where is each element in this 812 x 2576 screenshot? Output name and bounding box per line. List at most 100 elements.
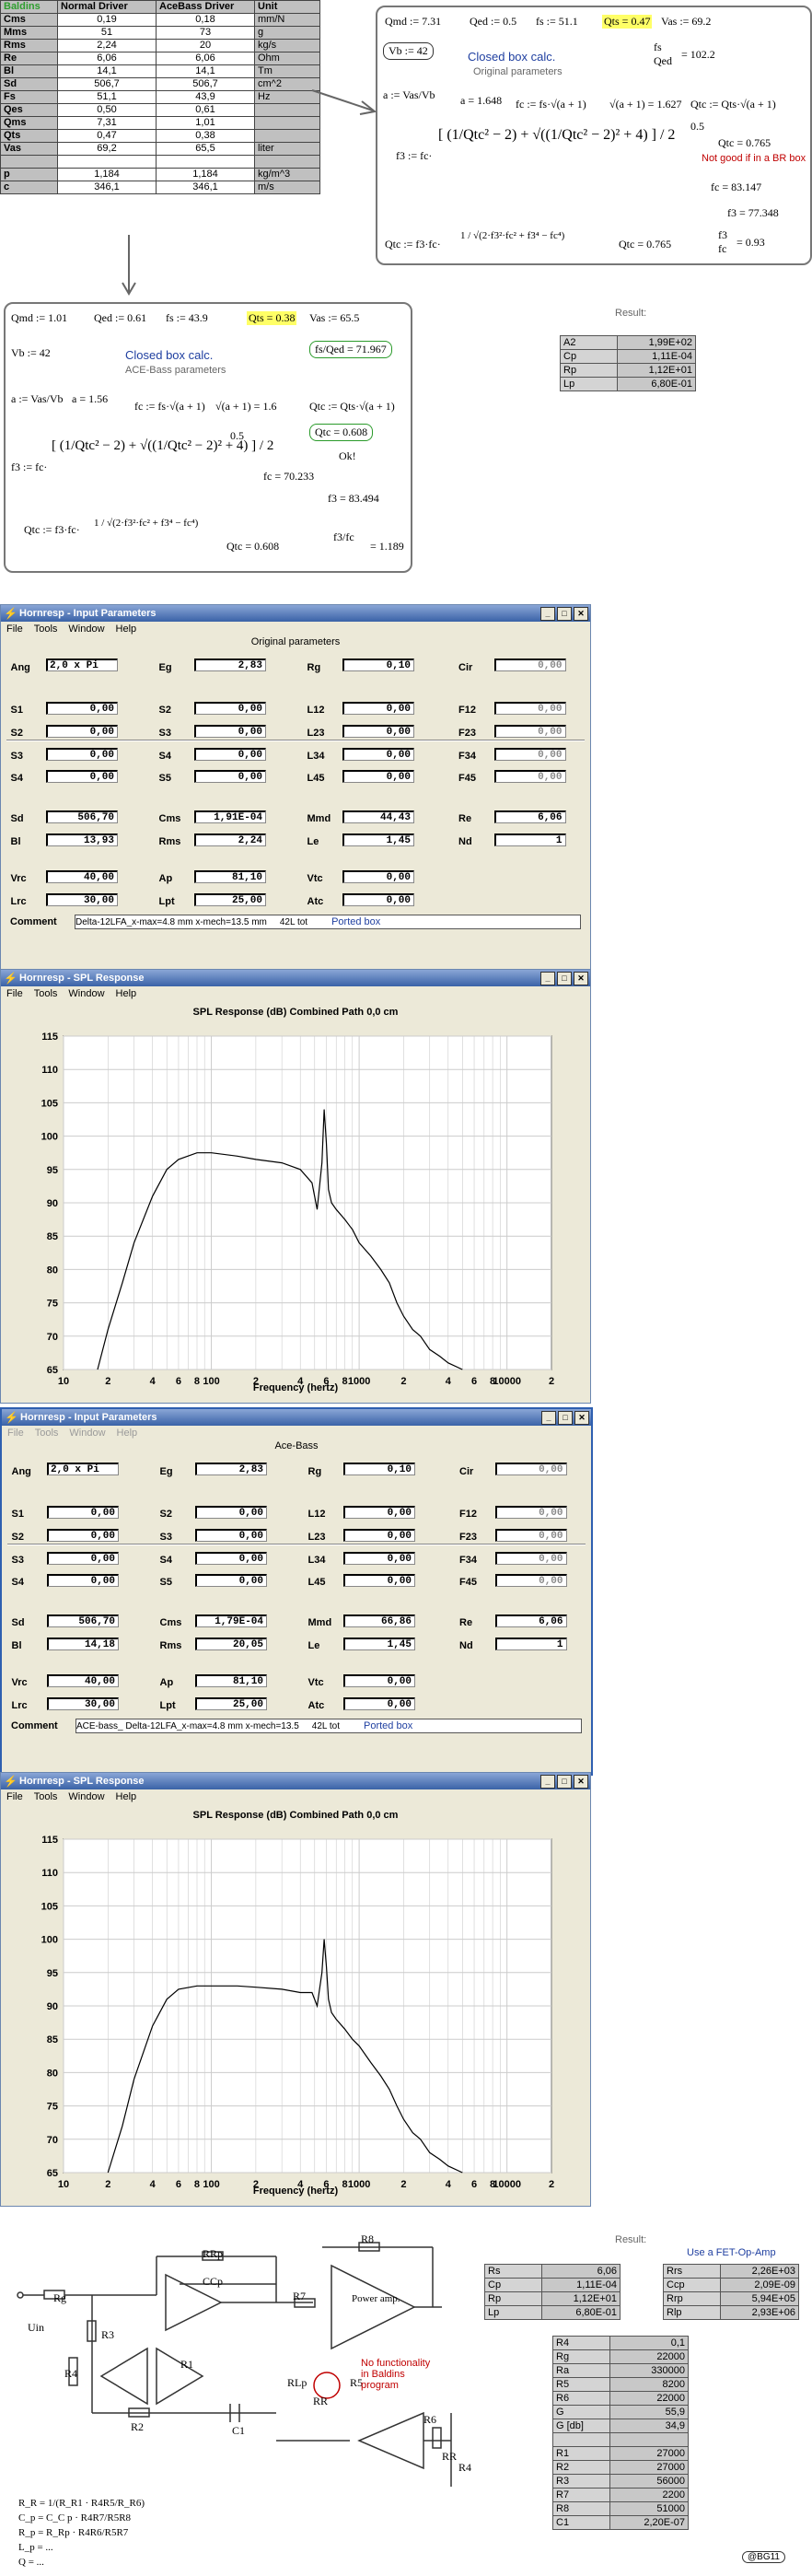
- param-field-cir[interactable]: 0,00: [493, 659, 566, 672]
- menu-tools[interactable]: Tools: [34, 622, 58, 636]
- menu-window[interactable]: Window: [68, 986, 104, 1001]
- param-field-f23[interactable]: 0,00: [493, 724, 566, 738]
- param-field-re[interactable]: 6,06: [493, 810, 566, 823]
- param-field-f45[interactable]: 0,00: [493, 770, 566, 784]
- menu-file[interactable]: File: [7, 1426, 24, 1440]
- param-field-rg[interactable]: 0,10: [342, 659, 414, 672]
- param-field-atc[interactable]: 0,00: [343, 1696, 415, 1710]
- param-field-bl[interactable]: 13,93: [46, 833, 118, 846]
- param-field-rg[interactable]: 0,10: [343, 1463, 415, 1476]
- param-field-s4b[interactable]: 0,00: [46, 770, 118, 784]
- param-field-bl[interactable]: 14,18: [47, 1637, 119, 1650]
- param-field-vtc[interactable]: 0,00: [343, 1673, 415, 1687]
- maximize-button[interactable]: □: [557, 607, 572, 621]
- param-field-f45[interactable]: 0,00: [494, 1574, 567, 1588]
- close-button[interactable]: ✕: [574, 1411, 589, 1425]
- param-field-atc[interactable]: 0,00: [342, 892, 414, 906]
- minimize-button[interactable]: _: [540, 607, 555, 621]
- menu-file[interactable]: File: [6, 1789, 23, 1804]
- y-tick-label: 80: [47, 2068, 58, 2079]
- menu-window[interactable]: Window: [69, 1426, 105, 1440]
- param-field-lpt[interactable]: 25,00: [194, 892, 266, 906]
- comment-field[interactable]: Delta-12LFA_x-max=4.8 mm x-mech=13.5 mm 4…: [75, 915, 581, 929]
- maximize-button[interactable]: □: [557, 1775, 572, 1789]
- param-field-eg[interactable]: 2,83: [194, 659, 266, 672]
- param-field-l23[interactable]: 0,00: [342, 724, 414, 738]
- close-button[interactable]: ✕: [574, 1775, 588, 1789]
- param-field-nd[interactable]: 1: [493, 833, 566, 846]
- minimize-button[interactable]: _: [541, 1411, 556, 1425]
- menu-window[interactable]: Window: [68, 1789, 104, 1804]
- param-field-f23[interactable]: 0,00: [494, 1528, 567, 1542]
- param-field-s3[interactable]: 0,00: [194, 724, 266, 738]
- param-field-l12[interactable]: 0,00: [343, 1505, 415, 1519]
- param-field-s5[interactable]: 0,00: [195, 1574, 267, 1588]
- param-field-lrc[interactable]: 30,00: [47, 1696, 119, 1710]
- param-field-s2[interactable]: 0,00: [194, 701, 266, 715]
- param-field-l12[interactable]: 0,00: [342, 701, 414, 715]
- param-field-l45[interactable]: 0,00: [342, 770, 414, 784]
- minimize-button[interactable]: _: [540, 972, 555, 985]
- param-field-s3b[interactable]: 0,00: [47, 1551, 119, 1565]
- param-field-s3b[interactable]: 0,00: [46, 747, 118, 761]
- param-field-sd[interactable]: 506,70: [46, 810, 118, 823]
- menu-help[interactable]: Help: [116, 1789, 137, 1804]
- param-field-f12[interactable]: 0,00: [493, 701, 566, 715]
- param-field-f12[interactable]: 0,00: [494, 1505, 567, 1519]
- param-field-le[interactable]: 1,45: [343, 1637, 415, 1650]
- param-field-lrc[interactable]: 30,00: [46, 892, 118, 906]
- param-field-vtc[interactable]: 0,00: [342, 869, 414, 883]
- param-field-s3[interactable]: 0,00: [195, 1528, 267, 1542]
- menu-tools[interactable]: Tools: [34, 1789, 58, 1804]
- param-field-vrc[interactable]: 40,00: [46, 869, 118, 883]
- maximize-button[interactable]: □: [558, 1411, 573, 1425]
- param-field-s4[interactable]: 0,00: [195, 1551, 267, 1565]
- param-field-mmd[interactable]: 66,86: [343, 1614, 415, 1627]
- param-field-le[interactable]: 1,45: [342, 833, 414, 846]
- param-field-nd[interactable]: 1: [494, 1637, 567, 1650]
- param-field-l34[interactable]: 0,00: [342, 747, 414, 761]
- menu-window[interactable]: Window: [68, 622, 104, 636]
- param-field-re[interactable]: 6,06: [494, 1614, 567, 1627]
- close-button[interactable]: ✕: [574, 607, 588, 621]
- param-field-cms[interactable]: 1,91E-04: [194, 810, 266, 823]
- param-field-ang[interactable]: 2,0 x Pi: [47, 1463, 119, 1476]
- param-field-rms[interactable]: 2,24: [194, 833, 266, 846]
- param-field-mmd[interactable]: 44,43: [342, 810, 414, 823]
- param-field-s4[interactable]: 0,00: [194, 747, 266, 761]
- param-field-l23[interactable]: 0,00: [343, 1528, 415, 1542]
- result2-link[interactable]: Use a FET-Op-Amp: [687, 2247, 776, 2258]
- param-field-cir[interactable]: 0,00: [494, 1463, 567, 1476]
- minimize-button[interactable]: _: [540, 1775, 555, 1789]
- param-field-lpt[interactable]: 25,00: [195, 1696, 267, 1710]
- param-field-s1[interactable]: 0,00: [47, 1505, 119, 1519]
- param-field-l45[interactable]: 0,00: [343, 1574, 415, 1588]
- param-field-rms[interactable]: 20,05: [195, 1637, 267, 1650]
- menu-help[interactable]: Help: [117, 1426, 138, 1440]
- param-field-cms[interactable]: 1,79E-04: [195, 1614, 267, 1627]
- comment-field[interactable]: ACE-bass_ Delta-12LFA_x-max=4.8 mm x-mec…: [75, 1719, 582, 1733]
- param-field-ang[interactable]: 2,0 x Pi: [46, 659, 118, 672]
- param-field-s2[interactable]: 0,00: [195, 1505, 267, 1519]
- param-field-ap[interactable]: 81,10: [194, 869, 266, 883]
- param-field-f34[interactable]: 0,00: [493, 747, 566, 761]
- param-field-ap[interactable]: 81,10: [195, 1673, 267, 1687]
- menu-help[interactable]: Help: [116, 986, 137, 1001]
- param-field-l34[interactable]: 0,00: [343, 1551, 415, 1565]
- param-field-s2b[interactable]: 0,00: [46, 724, 118, 738]
- param-field-vrc[interactable]: 40,00: [47, 1673, 119, 1687]
- param-field-s5[interactable]: 0,00: [194, 770, 266, 784]
- param-field-s2b[interactable]: 0,00: [47, 1528, 119, 1542]
- menu-file[interactable]: File: [6, 986, 23, 1001]
- menu-file[interactable]: File: [6, 622, 23, 636]
- maximize-button[interactable]: □: [557, 972, 572, 985]
- menu-tools[interactable]: Tools: [34, 986, 58, 1001]
- param-field-sd[interactable]: 506,70: [47, 1614, 119, 1627]
- param-field-f34[interactable]: 0,00: [494, 1551, 567, 1565]
- menu-help[interactable]: Help: [116, 622, 137, 636]
- param-field-s1[interactable]: 0,00: [46, 701, 118, 715]
- param-field-eg[interactable]: 2,83: [195, 1463, 267, 1476]
- menu-tools[interactable]: Tools: [35, 1426, 59, 1440]
- close-button[interactable]: ✕: [574, 972, 588, 985]
- param-field-s4b[interactable]: 0,00: [47, 1574, 119, 1588]
